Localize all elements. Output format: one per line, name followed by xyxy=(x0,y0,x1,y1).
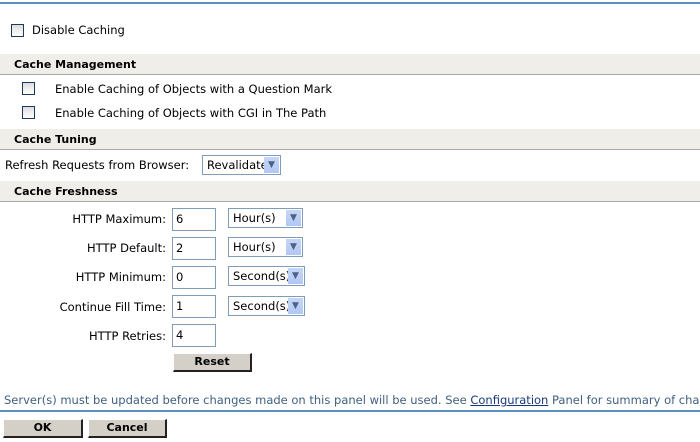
cgi-caching-checkbox[interactable] xyxy=(22,106,35,119)
disable-caching-label: Disable Caching xyxy=(32,23,125,37)
question-mark-caching-label: Enable Caching of Objects with a Questio… xyxy=(55,82,332,96)
cache-tuning-header: Cache Tuning xyxy=(0,129,700,150)
chevron-down-icon: ▼ xyxy=(288,268,303,284)
chevron-down-icon: ▼ xyxy=(286,210,301,226)
cancel-button[interactable]: Cancel xyxy=(88,419,167,438)
question-mark-caching-checkbox[interactable] xyxy=(22,82,35,95)
cgi-caching-label: Enable Caching of Objects with CGI in Th… xyxy=(55,106,327,120)
refresh-requests-value: Revalidate xyxy=(207,158,268,172)
update-notice: Server(s) must be updated before changes… xyxy=(4,393,700,407)
http-minimum-unit-value: Second(s) xyxy=(233,269,291,283)
http-maximum-label: HTTP Maximum: xyxy=(72,212,166,226)
http-retries-input[interactable]: 4 xyxy=(172,324,216,347)
top-divider xyxy=(0,2,700,4)
http-minimum-label: HTTP Minimum: xyxy=(75,270,166,284)
continue-fill-time-unit-select[interactable]: Second(s) ▼ xyxy=(228,296,305,316)
continue-fill-time-input[interactable]: 1 xyxy=(172,295,216,318)
configuration-link[interactable]: Configuration xyxy=(470,393,548,407)
http-maximum-input[interactable]: 6 xyxy=(172,208,216,231)
reset-button[interactable]: Reset xyxy=(173,353,252,372)
http-default-label: HTTP Default: xyxy=(87,241,166,255)
chevron-down-icon: ▼ xyxy=(288,298,303,314)
cache-freshness-header: Cache Freshness xyxy=(0,181,700,202)
refresh-requests-label: Refresh Requests from Browser: xyxy=(5,158,190,172)
http-minimum-input[interactable]: 0 xyxy=(172,266,216,289)
ok-button[interactable]: OK xyxy=(3,419,83,438)
cache-management-header: Cache Management xyxy=(0,54,700,75)
continue-fill-time-unit-value: Second(s) xyxy=(233,299,291,313)
http-default-unit-value: Hour(s) xyxy=(233,240,276,254)
http-default-input[interactable]: 2 xyxy=(172,237,216,260)
continue-fill-time-label: Continue Fill Time: xyxy=(59,300,166,314)
http-minimum-unit-select[interactable]: Second(s) ▼ xyxy=(228,266,305,286)
http-default-unit-select[interactable]: Hour(s) ▼ xyxy=(228,237,303,257)
disable-caching-checkbox[interactable] xyxy=(11,24,24,37)
footer-divider xyxy=(0,410,700,412)
notice-text: Server(s) must be updated before changes… xyxy=(4,393,471,407)
refresh-requests-select[interactable]: Revalidate ▼ xyxy=(202,155,281,175)
http-maximum-unit-value: Hour(s) xyxy=(233,211,276,225)
notice-text-end: Panel for summary of changes. xyxy=(551,393,700,407)
chevron-down-icon: ▼ xyxy=(286,239,301,255)
http-retries-label: HTTP Retries: xyxy=(88,329,166,343)
http-maximum-unit-select[interactable]: Hour(s) ▼ xyxy=(228,208,303,228)
chevron-down-icon: ▼ xyxy=(264,157,279,173)
